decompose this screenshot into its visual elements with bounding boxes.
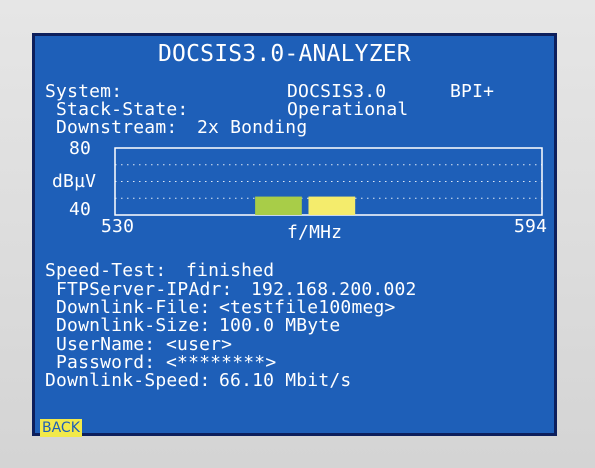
chart-grid [115, 164, 542, 199]
speed-test-status: finished [186, 260, 275, 281]
back-button[interactable]: BACK [40, 419, 82, 437]
device-bezel: DOCSIS3.0-ANALYZER System: DOCSIS3.0 BPI… [0, 0, 595, 468]
analyzer-screen: DOCSIS3.0-ANALYZER System: DOCSIS3.0 BPI… [32, 33, 557, 437]
channel-bar-2 [308, 196, 356, 215]
channel-bar-1 [255, 196, 302, 215]
chart-bars [255, 196, 356, 215]
downlink-size-value: 100.0 MByte [219, 315, 341, 336]
downlink-size-label: Downlink-Size: [56, 315, 211, 336]
x-tick-start: 530 [101, 216, 135, 237]
speed-test-label: Speed-Test: [45, 260, 167, 281]
x-axis-label: f/MHz [287, 222, 343, 243]
downlink-speed-value: 66.10 Mbit/s [219, 370, 352, 391]
downlink-speed-label: Downlink-Speed: [45, 370, 211, 391]
x-tick-end: 594 [514, 216, 548, 237]
